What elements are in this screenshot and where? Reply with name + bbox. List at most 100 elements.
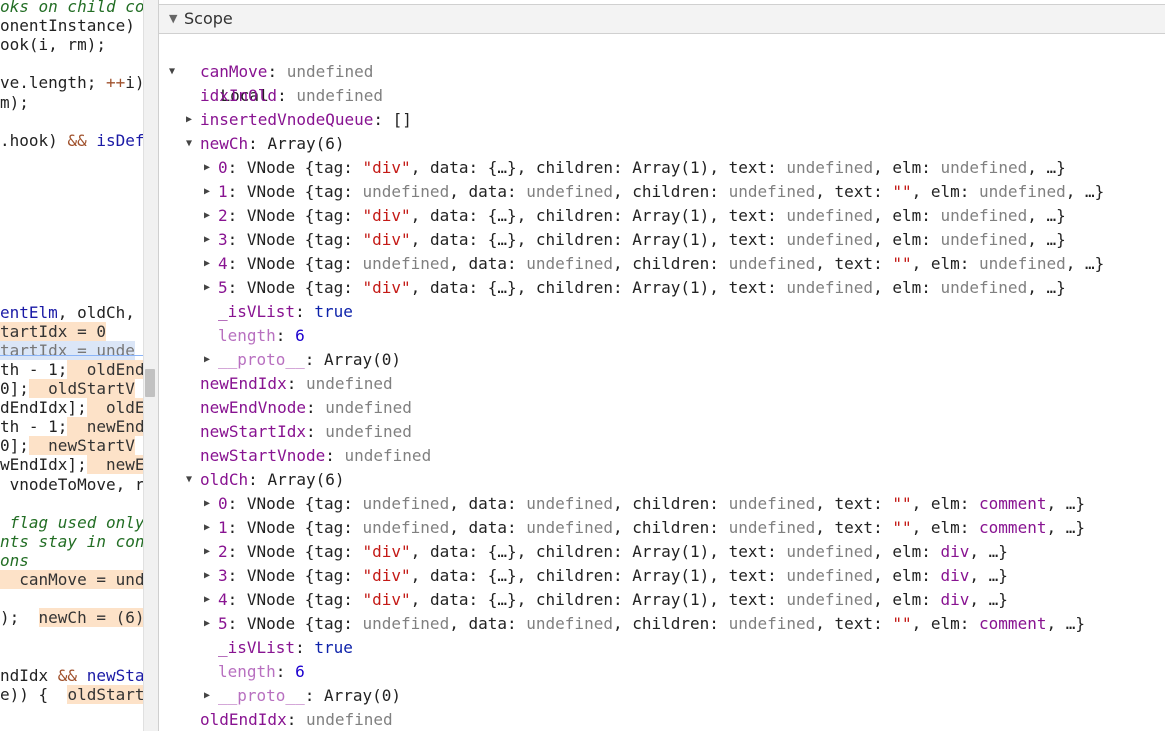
scope-token: :	[295, 638, 315, 657]
source-token: flag used only	[0, 512, 143, 532]
scope-token: Array(6)	[267, 470, 345, 489]
triangle-right-icon[interactable]: ▶	[204, 516, 216, 540]
scope-token: _isVList	[218, 638, 296, 657]
scope-token: "div"	[362, 158, 411, 177]
scope-variable-row[interactable]: ▼ newCh: Array(6)	[186, 132, 345, 156]
scope-variable-row[interactable]: ▶ __proto__: Array(0)	[204, 684, 401, 708]
source-line[interactable]: oks on child co	[0, 0, 143, 16]
triangle-right-icon[interactable]: ▶	[204, 564, 216, 588]
source-token: canMove = und	[0, 570, 143, 589]
local-scope-row[interactable]: ▼ Local	[169, 36, 269, 105]
source-token: m);	[0, 92, 29, 112]
source-line[interactable]: nts stay in con	[0, 532, 143, 551]
scope-token: undefined	[362, 182, 450, 201]
scope-token: , …}	[1065, 182, 1105, 201]
source-line[interactable]: tartIdx = 0	[0, 321, 106, 341]
scope-token: __proto__	[218, 686, 305, 705]
scope-variable-row[interactable]: ▶ 1: VNode {tag: undefined, data: undefin…	[204, 180, 1105, 204]
scope-token: : VNode {tag:	[227, 206, 363, 225]
triangle-right-icon[interactable]: ▶	[204, 348, 216, 372]
source-line[interactable]: 0]; oldStartV	[0, 379, 135, 398]
scope-token: Array(1)	[632, 590, 710, 609]
triangle-down-icon[interactable]: ▼	[186, 132, 198, 156]
scope-token: , data: {…}, children:	[410, 542, 633, 561]
triangle-right-icon[interactable]: ▶	[204, 492, 216, 516]
scope-token: Array(1)	[632, 566, 710, 585]
source-code-pane[interactable]: oks on child co onentInstance) ook(i, rm);…	[0, 0, 143, 731]
scope-variable-row[interactable]: ▶ 3: VNode {tag: "div", data: {…}, childr…	[204, 564, 1008, 588]
source-scrollbar-thumb[interactable]	[145, 369, 155, 397]
triangle-right-icon[interactable]: ▶	[186, 108, 198, 132]
scope-token: true	[314, 638, 353, 657]
scope-token: : VNode {tag:	[227, 614, 363, 633]
scope-token: newEndVnode	[200, 398, 306, 417]
source-token: ons	[0, 550, 29, 570]
triangle-right-icon[interactable]: ▶	[204, 204, 216, 228]
source-line[interactable]: 0]; newStartV	[0, 436, 135, 456]
source-token: ook(i, rm);	[0, 35, 106, 55]
triangle-right-icon[interactable]: ▶	[204, 252, 216, 276]
triangle-right-icon[interactable]: ▶	[204, 180, 216, 204]
scope-token: undefined	[362, 494, 450, 513]
scope-variable-row[interactable]: ▶ 5: VNode {tag: undefined, data: undefin…	[204, 612, 1085, 636]
triangle-right-icon[interactable]: ▶	[204, 684, 216, 708]
scope-section-header[interactable]: ▼ Scope	[159, 4, 1165, 34]
source-line[interactable]: ndIdx && newSta	[0, 666, 143, 685]
source-line[interactable]: m);	[0, 93, 29, 112]
source-line[interactable]: onentInstance)	[0, 16, 135, 35]
scope-variable-row[interactable]: ▶ 5: VNode {tag: "div", data: {…}, childr…	[204, 276, 1066, 300]
source-line[interactable]: th - 1; newEnd	[0, 417, 143, 437]
source-line[interactable]: ons	[0, 551, 29, 570]
source-token: newE	[86, 455, 143, 475]
scope-token: undefined	[786, 206, 874, 225]
triangle-right-icon[interactable]: ▶	[204, 588, 216, 612]
source-line[interactable]: .hook) && isDef	[0, 131, 143, 150]
source-line[interactable]: th - 1; oldEnd	[0, 359, 143, 379]
scope-variable-row[interactable]: ▶ 3: VNode {tag: "div", data: {…}, childr…	[204, 228, 1066, 252]
scope-token: undefined	[940, 230, 1028, 249]
triangle-right-icon[interactable]: ▶	[204, 156, 216, 180]
source-line[interactable]: dEndIdx]; oldE	[0, 398, 143, 418]
source-line[interactable]: flag used only	[0, 513, 143, 532]
scope-variable-row: length: 6	[218, 660, 305, 684]
source-line[interactable]: ); newCh = (6)	[0, 608, 143, 628]
scope-variable-row[interactable]: ▶ 0: VNode {tag: undefined, data: undefin…	[204, 492, 1085, 516]
source-line[interactable]: ook(i, rm);	[0, 35, 106, 54]
triangle-right-icon[interactable]: ▶	[204, 540, 216, 564]
triangle-down-icon[interactable]: ▼	[186, 468, 198, 492]
scope-variable-row[interactable]: ▶ __proto__: Array(0)	[204, 348, 401, 372]
scope-variable-row[interactable]: ▼ oldCh: Array(6)	[186, 468, 345, 492]
source-token: oldEnd	[67, 359, 143, 379]
scope-token: , elm:	[873, 206, 941, 225]
scope-variable-row[interactable]: ▶ 4: VNode {tag: undefined, data: undefin…	[204, 252, 1104, 276]
scope-variable-row[interactable]: ▶ 2: VNode {tag: "div", data: {…}, childr…	[204, 204, 1066, 228]
source-line[interactable]: ve.length; ++i)	[0, 73, 143, 92]
source-line[interactable]: entElm, oldCh,	[0, 303, 135, 322]
triangle-right-icon[interactable]: ▶	[204, 612, 216, 636]
source-token: ++	[105, 73, 126, 93]
scope-variable-row[interactable]: ▶ 2: VNode {tag: "div", data: {…}, childr…	[204, 540, 1008, 564]
scope-variable-row[interactable]: ▶ 1: VNode {tag: undefined, data: undefin…	[204, 516, 1085, 540]
scope-token: : VNode {	[227, 158, 315, 177]
source-line[interactable]: vnodeToMove, r	[0, 475, 143, 494]
source-line[interactable]: e)) { oldStart	[0, 684, 143, 704]
scope-variable-row[interactable]: ▶ 4: VNode {tag: "div", data: {…}, childr…	[204, 588, 1008, 612]
source-line[interactable]: wEndIdx]; newE	[0, 455, 143, 475]
scope-variable-row: idxInOld: undefined	[200, 84, 383, 108]
scope-token: tag	[314, 158, 344, 177]
triangle-right-icon[interactable]: ▶	[204, 228, 216, 252]
source-scrollbar[interactable]	[143, 0, 158, 731]
scope-token: "div"	[362, 230, 411, 249]
scope-token: Array(1)	[632, 206, 710, 225]
source-line[interactable]: canMove = und	[0, 570, 143, 589]
scope-token: , data: {…}, children:	[410, 566, 633, 585]
scope-token: "div"	[362, 590, 411, 609]
scope-token: , elm:	[873, 278, 941, 297]
scope-token: comment	[979, 494, 1047, 513]
scope-token: undefined	[344, 446, 432, 465]
source-line[interactable]: tartIdx = unde	[0, 340, 135, 360]
scope-variable-row[interactable]: ▶ insertedVnodeQueue: []	[186, 108, 412, 132]
scope-variable-row[interactable]: ▶ 0: VNode {tag: "div", data: {…}, childr…	[204, 156, 1066, 180]
scope-token: , elm:	[873, 230, 941, 249]
triangle-right-icon[interactable]: ▶	[204, 276, 216, 300]
